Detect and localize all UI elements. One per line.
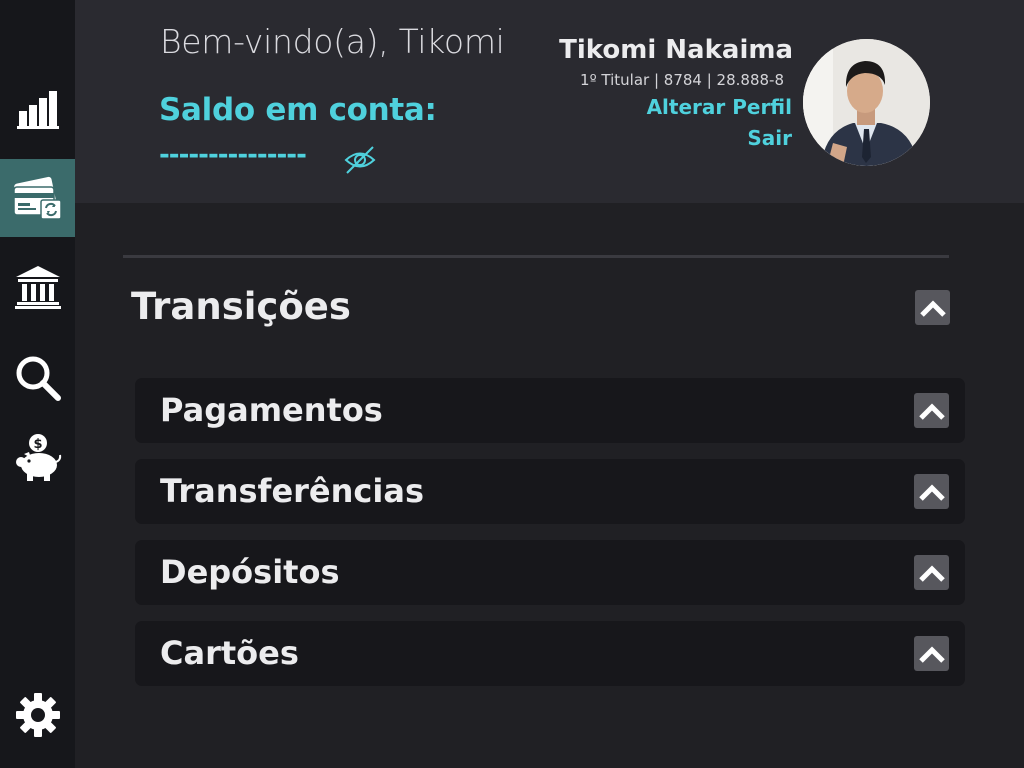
balance-value: --------------- bbox=[159, 140, 307, 170]
accordion-payments[interactable]: Pagamentos bbox=[135, 378, 965, 443]
bank-icon bbox=[14, 266, 61, 309]
nav-item-settings[interactable] bbox=[0, 676, 75, 754]
card-icon bbox=[12, 176, 62, 220]
accordion-toggle-button[interactable] bbox=[914, 555, 949, 590]
chevron-up-icon bbox=[919, 299, 946, 317]
accordion-cards[interactable]: Cartões bbox=[135, 621, 965, 686]
accordion-toggle-button[interactable] bbox=[914, 393, 949, 428]
profile-name: Tikomi Nakaima bbox=[559, 35, 793, 65]
chevron-up-icon bbox=[918, 483, 945, 501]
bar-chart-icon bbox=[16, 91, 59, 129]
piggy-bank-icon: $ bbox=[15, 434, 61, 481]
nav-item-bank[interactable] bbox=[0, 248, 75, 326]
logout-link[interactable]: Sair bbox=[747, 126, 792, 150]
account-info: 1º Titular | 8784 | 28.888-8 bbox=[580, 71, 784, 89]
accordion-deposits[interactable]: Depósitos bbox=[135, 540, 965, 605]
accordion-label: Transferências bbox=[160, 472, 424, 510]
section-divider bbox=[123, 255, 949, 258]
edit-profile-link[interactable]: Alterar Perfil bbox=[647, 95, 792, 119]
profile-photo bbox=[803, 39, 930, 166]
section-title: Transições bbox=[131, 285, 351, 328]
chevron-up-icon bbox=[918, 402, 945, 420]
toggle-balance-visibility[interactable] bbox=[343, 143, 377, 181]
accordion-label: Pagamentos bbox=[160, 391, 383, 429]
avatar[interactable] bbox=[803, 39, 930, 166]
accordion-label: Cartões bbox=[160, 634, 299, 672]
nav-item-search[interactable] bbox=[0, 339, 75, 417]
eye-off-icon bbox=[344, 146, 376, 174]
search-icon bbox=[16, 356, 61, 401]
accordion-label: Depósitos bbox=[160, 553, 340, 591]
chevron-up-icon bbox=[918, 564, 945, 582]
welcome-message: Bem-vindo(a), Tikomi bbox=[160, 22, 505, 61]
header: Bem-vindo(a), Tikomi Saldo em conta: ---… bbox=[75, 0, 1024, 203]
sidebar: $ bbox=[0, 0, 75, 768]
section-collapse-button[interactable] bbox=[915, 290, 950, 325]
accordion-transfers[interactable]: Transferências bbox=[135, 459, 965, 524]
nav-item-savings[interactable]: $ bbox=[0, 418, 75, 496]
gear-icon bbox=[15, 693, 60, 737]
accordion-toggle-button[interactable] bbox=[914, 474, 949, 509]
nav-item-cards[interactable] bbox=[0, 159, 75, 237]
nav-item-dashboard[interactable] bbox=[0, 70, 75, 148]
svg-text:$: $ bbox=[33, 437, 42, 452]
accordion-toggle-button[interactable] bbox=[914, 636, 949, 671]
balance-label: Saldo em conta: bbox=[159, 92, 437, 128]
chevron-up-icon bbox=[918, 645, 945, 663]
